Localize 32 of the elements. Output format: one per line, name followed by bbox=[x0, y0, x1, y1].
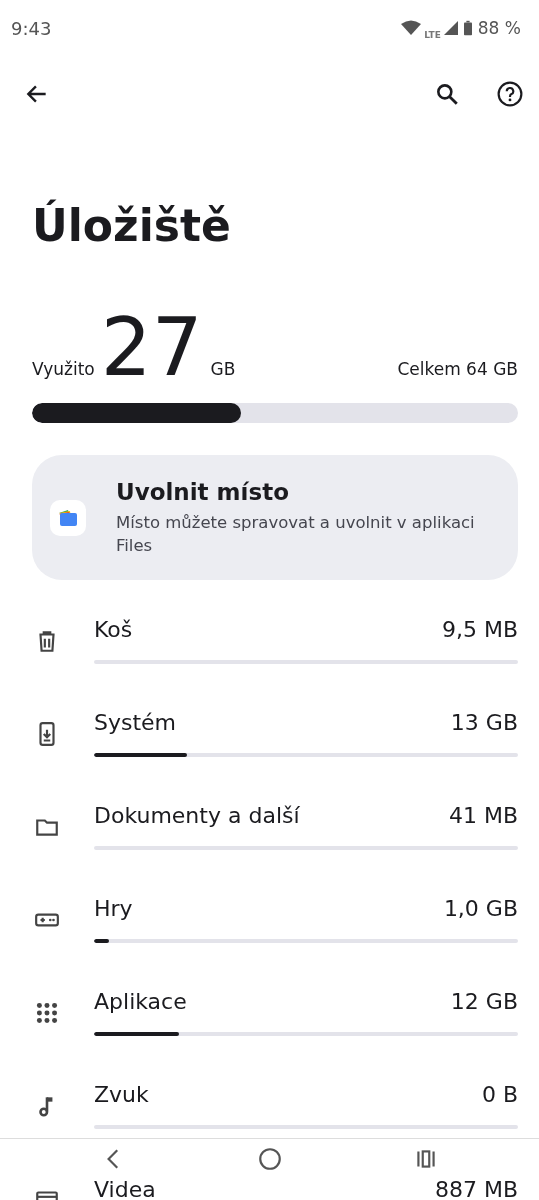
used-label: Využito bbox=[32, 359, 95, 379]
category-item[interactable]: Zvuk bbox=[94, 1082, 149, 1107]
battery-level: 88 % bbox=[477, 18, 521, 38]
battery-icon bbox=[463, 20, 472, 36]
category-size: 1,0 GB bbox=[443, 896, 518, 921]
category-item[interactable]: Videa bbox=[94, 1177, 156, 1200]
network-type: LTE bbox=[424, 30, 441, 40]
help-icon[interactable] bbox=[497, 81, 523, 107]
search-icon[interactable] bbox=[434, 81, 460, 107]
page-title: Úložiště bbox=[32, 200, 232, 251]
free-up-card[interactable]: Uvolnit místo Místo můžete spravovat a uvolnit v aplikaci Files bbox=[32, 455, 518, 580]
category-size: 13 GB bbox=[450, 710, 518, 735]
category-item[interactable]: Koš bbox=[94, 617, 133, 642]
wifi-icon bbox=[401, 20, 422, 36]
category-size: 9,5 MB bbox=[441, 617, 518, 642]
category-item[interactable]: Dokumenty a další bbox=[94, 803, 300, 828]
category-size: 12 GB bbox=[450, 989, 518, 1014]
used-unit: GB bbox=[210, 359, 236, 379]
category-item[interactable]: Aplikace bbox=[94, 989, 187, 1014]
card-description: Místo můžete spravovat a uvolnit v aplikaci Files bbox=[116, 511, 476, 557]
signal-icon bbox=[443, 21, 458, 35]
total-capacity: Celkem 64 GB bbox=[397, 359, 518, 379]
category-size: 41 MB bbox=[448, 803, 518, 828]
card-title: Uvolnit místo bbox=[116, 478, 290, 505]
home-icon[interactable] bbox=[256, 1146, 283, 1172]
category-item[interactable]: Systém bbox=[94, 710, 177, 735]
used-value: 27 bbox=[100, 305, 203, 391]
clock-time: 9:43 bbox=[11, 17, 52, 39]
files-app-icon bbox=[50, 499, 86, 536]
category-item[interactable]: Hry bbox=[94, 896, 133, 921]
category-size: 0 B bbox=[481, 1082, 518, 1107]
category-size: 887 MB bbox=[434, 1177, 518, 1200]
